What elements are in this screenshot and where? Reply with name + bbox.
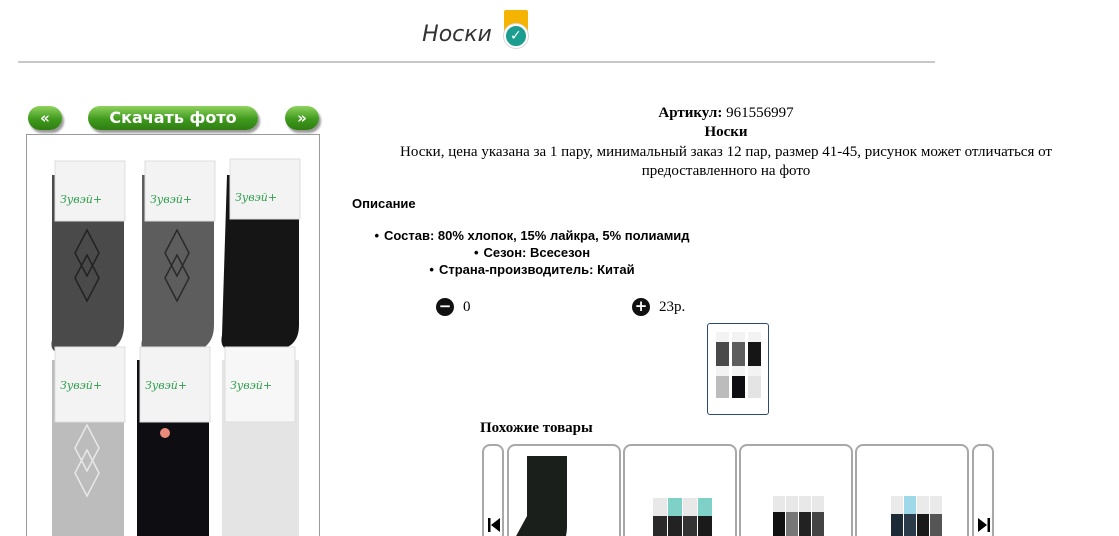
carousel-prev-button[interactable] xyxy=(482,444,504,536)
check-mark: ✓ xyxy=(503,24,528,48)
increase-quantity-button[interactable]: + xyxy=(632,298,650,316)
similar-product-image xyxy=(891,496,942,536)
product-details: Артикул: 961556997 Носки Носки, цена ука… xyxy=(352,104,1100,181)
page-title: Носки xyxy=(422,22,492,47)
similar-product-image xyxy=(653,498,712,536)
header-divider xyxy=(18,61,935,63)
product-photo[interactable]: Зувэй+ Зувэй+ Зувэй+ Зувэй+ Зувэй+ Зувэй… xyxy=(26,134,320,536)
quantity-value: 0 xyxy=(463,299,471,315)
spec-item: Сезон: Всесезон xyxy=(352,244,712,261)
pack-label-3: Зувэй+ xyxy=(235,191,277,204)
prev-photo-button[interactable]: « xyxy=(28,106,62,130)
decrease-quantity-button[interactable]: − xyxy=(436,298,454,316)
pack-label-6: Зувэй+ xyxy=(230,379,272,392)
similar-product-card[interactable] xyxy=(739,444,853,536)
article-label: Артикул: xyxy=(658,105,723,121)
skip-forward-icon xyxy=(978,518,990,532)
similar-product-card[interactable] xyxy=(507,444,621,536)
similar-products-heading: Похожие товары xyxy=(480,420,593,436)
carousel-next-button[interactable] xyxy=(972,444,994,536)
verified-check-icon: ✓ xyxy=(502,10,530,50)
pack-label-2: Зувэй+ xyxy=(150,193,192,206)
price: 23р. xyxy=(659,299,686,315)
socks-photo-image: Зувэй+ Зувэй+ Зувэй+ Зувэй+ Зувэй+ Зувэй… xyxy=(51,158,301,536)
product-description: Носки, цена указана за 1 пару, минимальн… xyxy=(400,144,1052,179)
sock-white: Зувэй+ xyxy=(222,346,299,536)
sock-black-2: Зувэй+ xyxy=(137,346,211,536)
sock-light-gray: Зувэй+ xyxy=(52,346,126,536)
similar-product-image xyxy=(773,496,824,536)
skip-back-icon xyxy=(488,518,500,532)
article-line: Артикул: 961556997 xyxy=(352,104,1100,123)
description-heading: Описание xyxy=(352,196,416,211)
similar-product-card[interactable] xyxy=(855,444,969,536)
page-header: Носки ✓ xyxy=(0,10,952,50)
sock-black: Зувэй+ xyxy=(221,158,301,350)
similar-product-card[interactable] xyxy=(623,444,737,536)
next-photo-button[interactable]: » xyxy=(285,106,319,130)
article-value: 961556997 xyxy=(726,105,794,121)
pack-label-1: Зувэй+ xyxy=(60,193,102,206)
download-photo-button[interactable]: Скачать фото xyxy=(88,106,258,130)
spec-item: Состав: 80% хлопок, 15% лайкра, 5% полиа… xyxy=(352,227,712,244)
thumbnail-image xyxy=(716,332,761,398)
pack-label-5: Зувэй+ xyxy=(145,379,187,392)
similar-product-image xyxy=(516,456,567,536)
photo-thumbnail[interactable] xyxy=(707,323,769,415)
pack-label-4: Зувэй+ xyxy=(60,379,102,392)
sock-medium-gray: Зувэй+ xyxy=(141,160,216,354)
spec-list: Состав: 80% хлопок, 15% лайкра, 5% полиа… xyxy=(352,227,712,278)
sock-dark-gray: Зувэй+ xyxy=(51,160,126,354)
spec-item: Страна-производитель: Китай xyxy=(352,261,712,278)
product-name: Носки xyxy=(704,124,748,140)
